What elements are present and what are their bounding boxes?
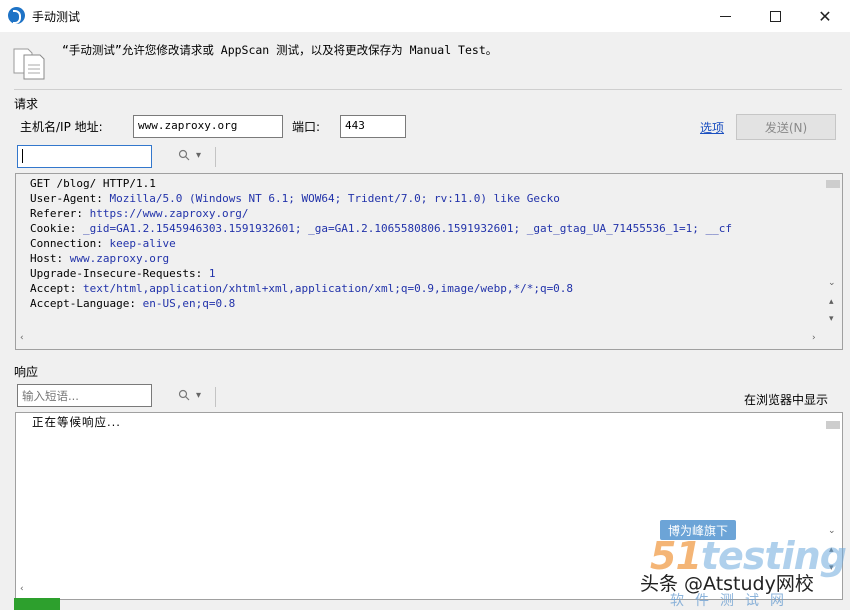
toolbar-separator (215, 147, 216, 167)
response-scroll-thumb[interactable] (826, 421, 840, 429)
header-key: Accept-Language: (30, 297, 143, 310)
header-value: 1 (208, 267, 216, 280)
close-button[interactable]: ✕ (800, 0, 850, 32)
status-progress-indicator (14, 598, 60, 610)
request-vertical-scrollbar[interactable]: ⌄ ▴ ▾ (824, 174, 842, 324)
header-value: en-US,en;q=0.8 (142, 297, 236, 310)
header-key: GET /blog/ HTTP/1.1 (30, 177, 156, 190)
header-key: Referer: (30, 207, 90, 220)
header-value: text/html,application/xhtml+xml,applicat… (82, 282, 574, 295)
appscan-logo-icon (8, 7, 25, 24)
header-key: User-Agent: (30, 192, 110, 205)
request-line: Host: www.zaproxy.org (30, 251, 732, 266)
toolbar-separator (215, 387, 216, 407)
request-line: Referer: https://www.zaproxy.org/ (30, 206, 732, 221)
request-search-button[interactable]: ▾ (178, 149, 201, 161)
scroll-right-icon[interactable]: › (812, 333, 816, 343)
port-label: 端口: (292, 120, 321, 134)
response-body: 正在等候响应... (32, 415, 121, 429)
intro-description: “手动测试”允许您修改请求或 AppScan 测试，以及将更改保存为 Manua… (62, 43, 498, 57)
scroll-up-icon[interactable]: ▴ (829, 297, 834, 307)
maximize-icon (769, 10, 781, 22)
header-key: Accept: (30, 282, 83, 295)
chevron-down-icon: ▾ (196, 149, 202, 161)
request-line: Upgrade-Insecure-Requests: 1 (30, 266, 732, 281)
chevron-down-icon[interactable]: ⌄ (828, 278, 836, 288)
minimize-icon (719, 15, 731, 17)
text-caret (22, 149, 23, 163)
header-key: Upgrade-Insecure-Requests: (30, 267, 209, 280)
header-value: https://www.zaproxy.org/ (89, 207, 249, 220)
options-link[interactable]: 选项 (700, 119, 724, 136)
header-key: Host: (30, 252, 70, 265)
request-line: Accept-Language: en-US,en;q=0.8 (30, 296, 732, 311)
chevron-down-icon: ▾ (196, 389, 202, 401)
documents-icon (13, 48, 45, 80)
header-value: Mozilla/5.0 (Windows NT 6.1; WOW64; Trid… (109, 192, 560, 205)
scroll-left-icon[interactable]: ‹ (20, 333, 24, 343)
request-headers: GET /blog/ HTTP/1.1 User-Agent: Mozilla/5… (30, 176, 732, 311)
request-horizontal-scrollbar[interactable]: ‹ › (16, 330, 824, 348)
scroll-down-icon[interactable]: ▾ (829, 314, 834, 324)
response-search-input[interactable]: 输入短语... (17, 384, 152, 407)
request-line: Accept: text/html,application/xhtml+xml,… (30, 281, 732, 296)
host-label: 主机名/IP 地址: (20, 120, 103, 134)
host-input[interactable]: www.zaproxy.org (133, 115, 283, 138)
request-line: Connection: keep-alive (30, 236, 732, 251)
maximize-button[interactable] (750, 0, 800, 32)
request-section-label: 请求 (14, 97, 39, 111)
divider (14, 89, 842, 90)
request-line: User-Agent: Mozilla/5.0 (Windows NT 6.1;… (30, 191, 732, 206)
request-search-input[interactable] (17, 145, 152, 168)
close-icon: ✕ (818, 6, 832, 26)
scroll-left-icon[interactable]: ‹ (20, 584, 24, 594)
header-value: www.zaproxy.org (69, 252, 170, 265)
watermark-site: 软件测试网 (670, 593, 795, 609)
header-value: keep-alive (109, 237, 176, 250)
request-line: Cookie: _gid=GA1.2.1545946303.1591932601… (30, 221, 732, 236)
header-value: _gid=GA1.2.1545946303.1591932601; _ga=GA… (82, 222, 732, 235)
request-line: GET /blog/ HTTP/1.1 (30, 176, 732, 191)
header-key: Cookie: (30, 222, 83, 235)
request-scroll-thumb[interactable] (826, 180, 840, 188)
search-icon (178, 149, 190, 161)
search-icon (178, 389, 190, 401)
show-in-browser-link[interactable]: 在浏览器中显示 (744, 391, 828, 408)
response-section-label: 响应 (14, 365, 39, 379)
window-title: 手动测试 (32, 10, 81, 24)
response-search-placeholder: 输入短语... (22, 389, 79, 403)
header-key: Connection: (30, 237, 110, 250)
minimize-button[interactable] (700, 0, 750, 32)
response-search-button[interactable]: ▾ (178, 389, 201, 401)
request-editor[interactable]: GET /blog/ HTTP/1.1 User-Agent: Mozilla/5… (15, 173, 843, 350)
title-bar: 手动测试 ✕ (0, 0, 850, 32)
send-button[interactable]: 发送(N) (736, 114, 836, 140)
port-input[interactable]: 443 (340, 115, 406, 138)
